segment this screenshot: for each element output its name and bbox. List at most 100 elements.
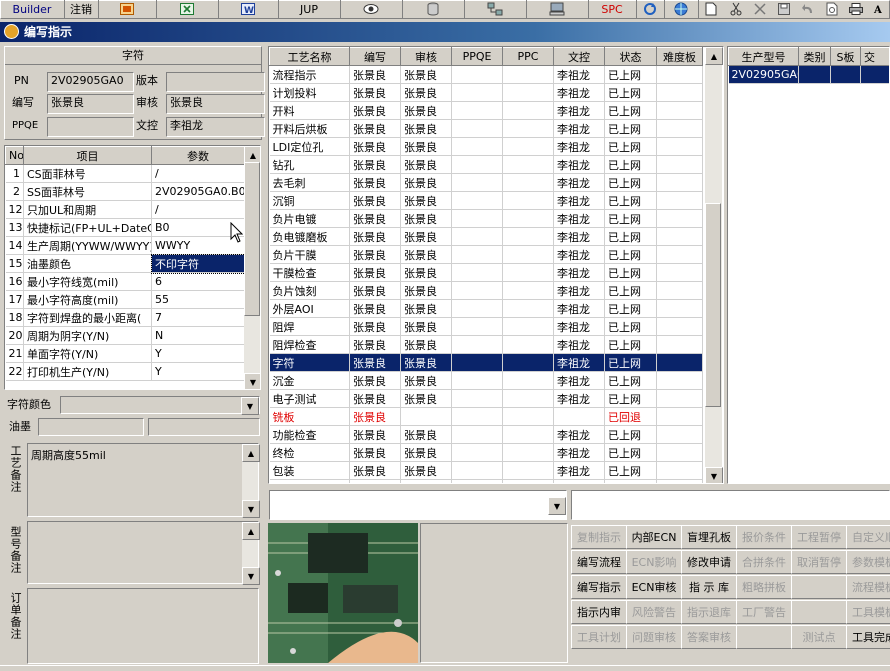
table-row[interactable]: 包装 张景良 张景良 李祖龙 已上网 [269,461,703,480]
param-row[interactable]: 16 最小字符线宽(mil) 6 [5,272,245,291]
order-note-textarea[interactable] [27,588,259,664]
action-button-19[interactable]: 风险警告 [626,600,682,624]
col-s-board[interactable]: S板 [830,47,861,66]
param-row[interactable]: 21 单面字符(Y/N) Y [5,344,245,363]
jup-button[interactable]: JUP [278,0,341,18]
chevron-down-icon[interactable]: ▼ [548,497,566,515]
param-header-no[interactable]: No [5,146,24,165]
process-combo[interactable]: ▼ [269,490,567,520]
param-row[interactable]: 2 SS面菲林号 2V02905GA0.B0 [5,182,245,201]
table-row[interactable]: 计划投料 张景良 张景良 李祖龙 已上网 [269,83,703,102]
param-row[interactable]: 15 油墨颜色 不印字符 [5,253,246,274]
param-row[interactable]: 18 字符到焊盘的最小距离(7 [5,308,245,327]
table-row[interactable]: 负电镀磨板 张景良 张景良 李祖龙 已上网 [269,227,703,246]
chevron-down-icon[interactable]: ▼ [241,397,259,415]
scroll-up-icon[interactable]: ▲ [242,444,260,462]
ppqe-field[interactable] [47,117,134,137]
scroll-thumb[interactable] [244,162,260,316]
word-icon[interactable]: W [218,0,279,18]
scroll-down-icon[interactable]: ▼ [705,467,723,483]
doc-field[interactable]: 李祖龙 [166,117,265,137]
action-button-10[interactable]: 取消暂停 [791,550,847,574]
action-button-20[interactable]: 指示退库 [681,600,737,624]
action-button-29[interactable]: 工具完成 [846,625,890,649]
logout-button[interactable]: 注销 [64,0,99,18]
process-note-textarea[interactable]: 周期高度55mil ▲ ▼ [27,443,260,518]
ink-field-1[interactable] [38,418,144,436]
table-row[interactable]: 阻焊 张景良 张景良 李祖龙 已上网 [269,317,703,336]
col-difficulty[interactable]: 难度板 [656,47,703,66]
cut-icon[interactable] [724,0,748,18]
table-row[interactable]: 外层AOI 张景良 张景良 李祖龙 已上网 [269,299,703,318]
param-value[interactable]: N [151,326,245,345]
table-row[interactable]: 沉铜 张景良 张景良 李祖龙 已上网 [269,191,703,210]
excel-icon[interactable] [156,0,219,18]
table-row[interactable]: LDI定位孔 张景良 张景良 李祖龙 已上网 [269,137,703,156]
action-button-4[interactable]: 工程暂停 [791,525,847,549]
process-scrollbar[interactable]: ▲ ▼ [705,47,723,483]
action-button-1[interactable]: 内部ECN [626,525,682,549]
action-button-21[interactable]: 工厂警告 [736,600,792,624]
action-button-14[interactable]: 指 示 库 [681,575,737,599]
param-row[interactable]: 17 最小字符高度(mil) 55 [5,290,245,309]
param-value[interactable]: 2V02905GA0.B0 [151,182,245,201]
action-button-13[interactable]: ECN审核 [626,575,682,599]
delete-icon[interactable] [748,0,772,18]
database-icon[interactable] [402,0,465,18]
model-note-textarea[interactable]: ▲ ▼ [27,521,260,585]
table-row[interactable]: 铣板 张景良 已回退 [269,407,703,426]
param-value[interactable]: / [151,164,245,183]
param-row[interactable]: 1 CS面菲林号 / [5,164,245,183]
param-value[interactable]: Y [151,344,245,363]
col-ppc[interactable]: PPC [502,47,554,66]
action-button-0[interactable]: 复制指示 [571,525,627,549]
globe-icon[interactable] [664,0,699,18]
col-writer[interactable]: 编写 [349,47,401,66]
save-icon[interactable] [772,0,796,18]
action-button-5[interactable]: 自定义顺 [846,525,890,549]
table-row[interactable]: 沉金 张景良 张景良 李祖龙 已上网 [269,371,703,390]
param-value[interactable]: Y [151,362,245,381]
action-button-11[interactable]: 参数模板 [846,550,890,574]
scroll-down-icon[interactable]: ▼ [244,373,260,389]
col-delivery[interactable]: 交 [860,47,889,66]
table-row[interactable]: 电子测试 张景良 张景良 李祖龙 已上网 [269,389,703,408]
action-button-26[interactable]: 答案审核 [681,625,737,649]
table-row[interactable]: 字符 张景良 张景良 李祖龙 已上网 [269,353,703,372]
table-row[interactable]: 干膜检查 张景良 张景良 李祖龙 已上网 [269,263,703,282]
table-row[interactable]: 终检 张景良 张景良 李祖龙 已上网 [269,443,703,462]
param-value[interactable]: 6 [151,272,245,291]
spc-button[interactable]: SPC [588,0,637,18]
table-row[interactable]: 去毛刺 张景良 张景良 李祖龙 已上网 [269,173,703,192]
col-ppqe[interactable]: PPQE [451,47,503,66]
col-doc-control[interactable]: 文控 [553,47,605,66]
action-button-7[interactable]: ECN影响 [626,550,682,574]
action-button-6[interactable]: 编写流程 [571,550,627,574]
col-auditor[interactable]: 审核 [400,47,452,66]
ink-field-2[interactable] [148,418,260,436]
action-button-18[interactable]: 指示内审 [571,600,627,624]
action-button-24[interactable]: 工具计划 [571,625,627,649]
param-value[interactable]: / [151,200,245,219]
param-header-value[interactable]: 参数 [151,146,245,165]
action-button-23[interactable]: 工具模板 [846,600,890,624]
action-button-28[interactable]: 测试点 [791,625,847,649]
param-row[interactable]: 20 周期为阴字(Y/N) N [5,326,245,345]
param-value[interactable]: 55 [151,290,245,309]
table-row[interactable]: 流程指示 张景良 张景良 李祖龙 已上网 [269,65,703,84]
table-row[interactable]: 2V02905GA0 [728,65,889,84]
col-process-name[interactable]: 工艺名称 [269,47,350,66]
param-row[interactable]: 13 快捷标记(FP+UL+DateCo B0 [5,218,245,237]
pn-field[interactable]: 2V02905GA0 [47,72,134,92]
table-row[interactable]: 负片电镀 张景良 张景良 李祖龙 已上网 [269,209,703,228]
col-status[interactable]: 状态 [604,47,657,66]
param-row[interactable]: 14 生产周期(YYWW/WWYY) WWYY [5,236,245,255]
builder-button[interactable]: Builder [0,0,65,18]
action-button-3[interactable]: 报价条件 [736,525,792,549]
param-value[interactable]: 7 [151,308,245,327]
network-icon[interactable] [464,0,527,18]
col-type[interactable]: 类别 [798,47,831,66]
table-row[interactable]: 开料 张景良 张景良 李祖龙 已上网 [269,101,703,120]
scroll-down-icon[interactable]: ▼ [242,500,260,518]
action-button-12[interactable]: 编写指示 [571,575,627,599]
